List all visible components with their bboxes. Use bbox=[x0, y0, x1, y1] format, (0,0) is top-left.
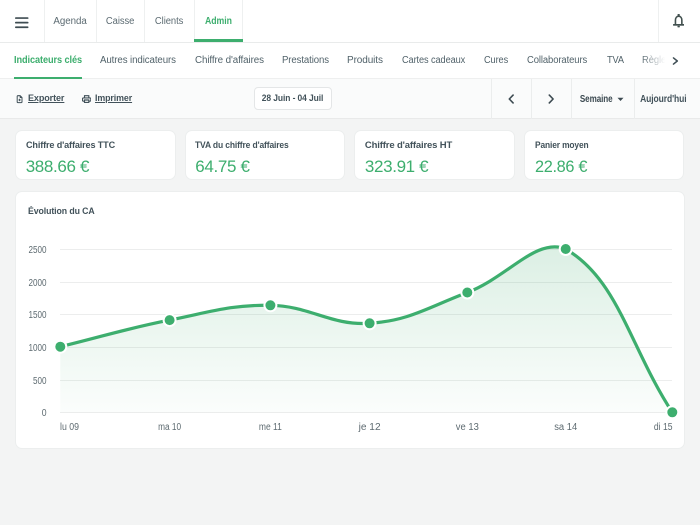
svg-text:me 11: me 11 bbox=[259, 422, 282, 433]
svg-text:500: 500 bbox=[33, 376, 47, 387]
svg-text:2000: 2000 bbox=[29, 278, 47, 289]
svg-text:di 15: di 15 bbox=[654, 422, 673, 433]
svg-text:2500: 2500 bbox=[29, 245, 47, 256]
svg-text:1000: 1000 bbox=[29, 343, 47, 354]
svg-text:lu 09: lu 09 bbox=[60, 422, 79, 433]
svg-text:0: 0 bbox=[42, 408, 47, 419]
svg-text:1500: 1500 bbox=[29, 310, 47, 321]
svg-text:je 12: je 12 bbox=[358, 422, 381, 433]
svg-text:ve 13: ve 13 bbox=[456, 422, 479, 433]
svg-text:sa 14: sa 14 bbox=[554, 422, 577, 433]
svg-text:ma 10: ma 10 bbox=[158, 422, 181, 433]
